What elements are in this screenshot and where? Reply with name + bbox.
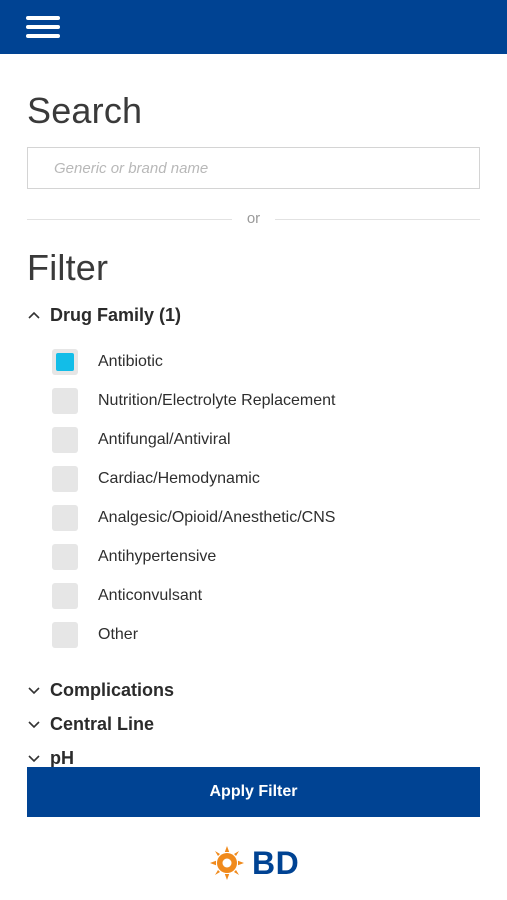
- bd-logo-text: BD: [252, 844, 300, 881]
- menu-line-middle: [26, 25, 60, 29]
- checkbox[interactable]: [52, 583, 78, 609]
- option-anticonvulsant[interactable]: Anticonvulsant: [52, 583, 202, 609]
- top-app-bar: [0, 0, 507, 54]
- section-label-central-line: Central Line: [50, 713, 155, 734]
- checkbox[interactable]: [52, 466, 78, 492]
- section-label-drug-family: Drug Family (1): [50, 304, 182, 325]
- search-heading: Search: [27, 90, 143, 131]
- checkbox[interactable]: [52, 622, 78, 648]
- option-label: Antifungal/Antiviral: [98, 431, 231, 448]
- option-antibiotic[interactable]: Antibiotic: [52, 349, 163, 375]
- option-label: Analgesic/Opioid/Anesthetic/CNS: [98, 509, 336, 526]
- section-drug-family[interactable]: Drug Family (1): [27, 303, 181, 327]
- menu-line-top: [26, 16, 60, 20]
- chevron-down-icon: [28, 755, 40, 763]
- apply-filter-button[interactable]: Apply Filter: [27, 767, 480, 817]
- checkbox-fill: [56, 353, 74, 371]
- filter-heading: Filter: [27, 247, 109, 288]
- option-label: Antibiotic: [98, 353, 163, 370]
- bd-sun-logo-icon: [210, 846, 244, 880]
- option-nutrition-electrolyte[interactable]: Nutrition/Electrolyte Replacement: [52, 388, 335, 414]
- hamburger-menu-icon[interactable]: [24, 12, 62, 42]
- menu-line-bottom: [26, 34, 60, 38]
- checkbox[interactable]: [52, 427, 78, 453]
- option-label: Anticonvulsant: [98, 587, 203, 604]
- option-label: Antihypertensive: [98, 548, 217, 565]
- section-complications[interactable]: Complications: [27, 678, 174, 702]
- checkbox[interactable]: [52, 388, 78, 414]
- section-label-complications: Complications: [50, 679, 175, 700]
- option-other[interactable]: Other: [52, 622, 138, 648]
- section-central-line[interactable]: Central Line: [27, 712, 154, 736]
- checkbox[interactable]: [52, 544, 78, 570]
- chevron-down-icon: [28, 721, 40, 729]
- option-antihypertensive[interactable]: Antihypertensive: [52, 544, 216, 570]
- option-label: Other: [98, 626, 139, 643]
- option-label: Cardiac/Hemodynamic: [98, 470, 260, 487]
- chevron-up-icon: [28, 311, 40, 319]
- bd-logo: BD: [210, 844, 299, 882]
- checkbox-checked[interactable]: [52, 349, 78, 375]
- chevron-down-icon: [28, 687, 40, 695]
- option-analgesic-opioid[interactable]: Analgesic/Opioid/Anesthetic/CNS: [52, 505, 335, 531]
- divider-line-right: [275, 219, 480, 220]
- or-divider: or: [27, 208, 480, 230]
- option-label: Nutrition/Electrolyte Replacement: [98, 392, 336, 409]
- search-input[interactable]: [27, 147, 480, 189]
- option-antifungal-antiviral[interactable]: Antifungal/Antiviral: [52, 427, 231, 453]
- checkbox[interactable]: [52, 505, 78, 531]
- option-cardiac-hemodynamic[interactable]: Cardiac/Hemodynamic: [52, 466, 260, 492]
- section-label-ph: pH: [50, 747, 74, 768]
